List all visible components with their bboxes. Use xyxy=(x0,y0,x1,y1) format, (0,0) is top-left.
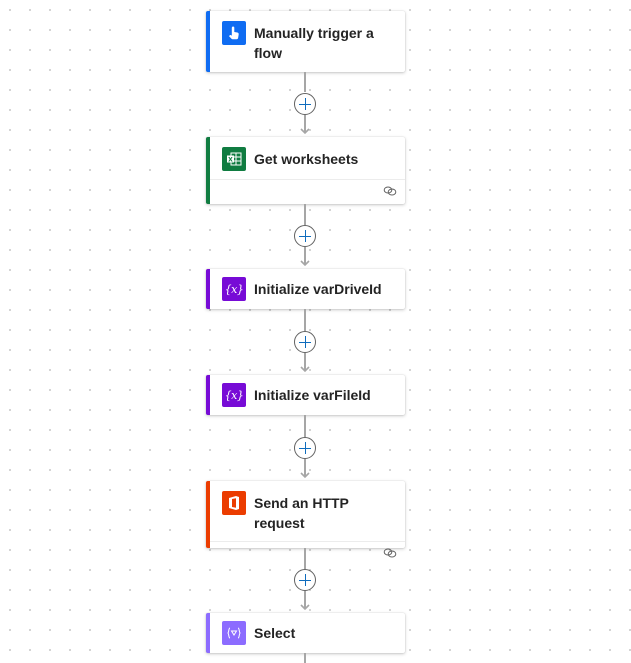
step-card-initialize-varfileid[interactable]: {x} Initialize varFileId xyxy=(206,375,405,415)
step-card-select[interactable]: Select xyxy=(206,613,405,653)
svg-text:X: X xyxy=(228,156,233,163)
arrow-down-icon xyxy=(300,604,310,611)
step-footer xyxy=(210,541,405,566)
connector-line xyxy=(304,415,306,437)
step-title: Initialize varFileId xyxy=(254,387,371,403)
variable-icon: {x} xyxy=(222,277,246,301)
step-title: Send an HTTP request xyxy=(254,495,349,531)
connector-line xyxy=(304,309,306,331)
step-title: Get worksheets xyxy=(254,151,359,167)
data-operation-icon xyxy=(222,621,246,645)
link-icon[interactable] xyxy=(383,185,397,197)
step-card-get-worksheets[interactable]: X Get worksheets xyxy=(206,137,405,204)
connector-line xyxy=(304,204,306,225)
excel-icon: X xyxy=(222,147,246,171)
step-title: Select xyxy=(254,625,296,641)
link-icon[interactable] xyxy=(383,547,397,559)
arrow-down-icon xyxy=(300,472,310,479)
add-step-button[interactable] xyxy=(294,93,316,115)
step-card-manual-trigger[interactable]: Manually trigger a flow xyxy=(206,11,405,72)
step-title: Manually trigger a flow xyxy=(254,25,374,61)
touch-hand-icon xyxy=(222,21,246,45)
arrow-down-icon xyxy=(300,366,310,373)
step-card-send-http-request[interactable]: Send an HTTP request xyxy=(206,481,405,558)
variable-icon: {x} xyxy=(222,383,246,407)
step-footer xyxy=(210,179,405,204)
step-title: Initialize varDriveId xyxy=(254,281,382,297)
connector-line xyxy=(304,653,306,663)
arrow-down-icon xyxy=(300,128,310,135)
add-step-button[interactable] xyxy=(294,331,316,353)
add-step-button[interactable] xyxy=(294,437,316,459)
connector-line xyxy=(304,548,306,569)
add-step-button[interactable] xyxy=(294,225,316,247)
arrow-down-icon xyxy=(300,260,310,267)
flow-designer-canvas: Manually trigger a flow X Get worksheets… xyxy=(0,0,631,663)
connector-line xyxy=(304,72,306,92)
add-step-button[interactable] xyxy=(294,569,316,591)
office-icon xyxy=(222,491,246,515)
step-card-initialize-vardriveid[interactable]: {x} Initialize varDriveId xyxy=(206,269,405,309)
